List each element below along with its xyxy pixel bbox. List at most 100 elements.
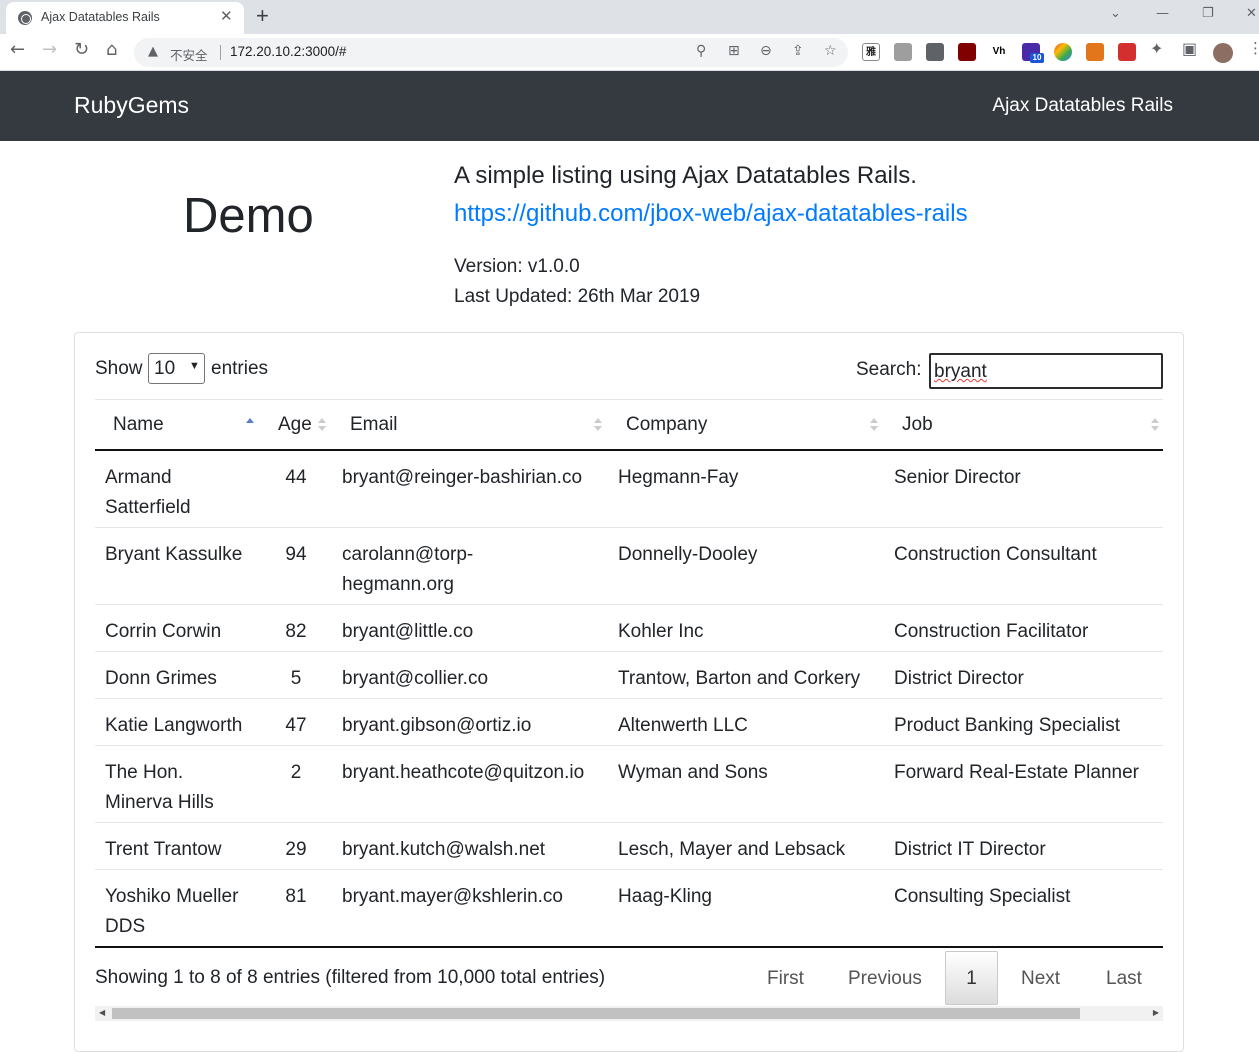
cell-job: Consulting Specialist — [894, 886, 1071, 907]
sort-asc-icon[interactable] — [246, 418, 254, 432]
cell-job: Forward Real-Estate Planner — [894, 762, 1139, 783]
show-label: Show — [95, 358, 143, 379]
profile-avatar[interactable] — [1213, 43, 1233, 63]
pagination-previous[interactable]: Previous — [848, 968, 922, 990]
browser-tab[interactable]: Ajax Datatables Rails ✕ — [6, 2, 244, 34]
colorful-extension-icon[interactable] — [1054, 43, 1072, 61]
browser-menu-icon[interactable]: ⋮ — [1248, 39, 1259, 57]
image-extension-icon[interactable] — [894, 43, 912, 61]
column-header-email[interactable]: Email — [350, 414, 398, 436]
navbar-link[interactable]: Ajax Datatables Rails — [992, 95, 1173, 117]
cell-age: 44 — [285, 467, 307, 488]
pagination-next[interactable]: Next — [1021, 968, 1060, 990]
column-header-age[interactable]: Age — [278, 414, 312, 436]
table-row[interactable]: Corrin Corwin 82 bryant@little.co Kohler… — [95, 605, 1163, 652]
cell-company: Haag-Kling — [618, 886, 712, 907]
pagination-page-current[interactable]: 1 — [945, 951, 998, 1005]
cell-email: bryant.kutch@walsh.net — [342, 839, 546, 860]
back-icon[interactable]: ← — [10, 39, 25, 60]
dictionary-extension-icon[interactable]: 雅 — [862, 43, 880, 61]
cell-company: Lesch, Mayer and Lebsack — [618, 839, 846, 860]
cell-age: 47 — [285, 715, 307, 736]
metamask-icon[interactable] — [1086, 43, 1104, 61]
browser-toolbar: ← → ↻ ⌂ ▲ 不安全 172.20.10.2:3000/# ⚲ ⊞ ⊖ ⇪… — [0, 34, 1259, 71]
cell-name: Katie Langworth — [105, 715, 243, 736]
address-url[interactable]: 172.20.10.2:3000/# — [230, 44, 346, 59]
translate-icon[interactable]: ⊞ — [728, 43, 740, 59]
repo-link[interactable]: https://github.com/jbox-web/ajax-datatab… — [454, 200, 968, 228]
chevron-down-icon: ▼ — [189, 360, 200, 372]
security-label[interactable]: 不安全 — [170, 45, 208, 64]
address-bar[interactable]: ▲ 不安全 172.20.10.2:3000/# ⚲ ⊞ ⊖ ⇪ ☆ — [134, 38, 848, 67]
reload-icon[interactable]: ↻ — [74, 39, 89, 60]
pagination-first[interactable]: First — [767, 968, 804, 990]
vh-extension-icon[interactable]: Vh — [990, 43, 1008, 61]
extensions-puzzle-icon[interactable]: ✦ — [1150, 39, 1163, 58]
graduation-extension-icon[interactable]: 10 — [1022, 43, 1044, 63]
table-row[interactable]: The Hon. Minerva Hills 2 bryant.heathcote… — [95, 746, 1163, 823]
globe-icon — [18, 11, 32, 25]
sort-icon[interactable] — [594, 418, 602, 432]
bookmark-star-icon[interactable]: ☆ — [824, 43, 837, 59]
cell-company: Hegmann-Fay — [618, 467, 739, 488]
scroll-left-arrow-icon[interactable]: ◀ — [99, 1008, 105, 1017]
horizontal-scrollbar[interactable]: ◀ ▶ — [95, 1006, 1163, 1021]
side-panel-icon[interactable]: ▣ — [1182, 39, 1197, 58]
new-tab-button[interactable]: + — [256, 3, 269, 29]
forward-icon[interactable]: → — [42, 39, 57, 60]
table-row[interactable]: Donn Grimes 5 bryant@collier.co Trantow,… — [95, 652, 1163, 699]
cell-email: bryant@little.co — [342, 621, 474, 642]
zoom-icon[interactable]: ⊖ — [760, 43, 772, 59]
restore-icon[interactable]: ❐ — [1202, 6, 1214, 21]
cell-email: bryant@collier.co — [342, 668, 489, 689]
column-header-job[interactable]: Job — [902, 414, 933, 436]
close-tab-icon[interactable]: ✕ — [220, 7, 233, 25]
search-label: Search: — [856, 359, 922, 380]
sort-icon[interactable] — [870, 418, 878, 432]
warning-icon[interactable]: ▲ — [148, 44, 158, 59]
tab-search-icon[interactable]: ⌄ — [1110, 6, 1121, 21]
column-header-company[interactable]: Company — [626, 414, 707, 436]
cell-email: bryant@reinger-bashirian.co — [342, 467, 583, 488]
page-length-select[interactable]: 10 ▼ — [148, 353, 205, 384]
close-window-icon[interactable]: ✕ — [1246, 6, 1257, 21]
page-description: A simple listing using Ajax Datatables R… — [454, 162, 917, 189]
cell-email: bryant.heathcote@quitzon.io — [342, 762, 585, 783]
last-updated-text: Last Updated: 26th Mar 2019 — [454, 286, 701, 307]
navbar-brand[interactable]: RubyGems — [74, 92, 189, 119]
table-body: Armand Satterfield 44 bryant@reinger-bash… — [95, 451, 1163, 946]
share-icon[interactable]: ⇪ — [792, 43, 804, 59]
cell-job: District Director — [894, 668, 1024, 689]
cell-name: Bryant Kassulke — [105, 544, 243, 565]
cell-name: Donn Grimes — [105, 668, 217, 689]
cell-company: Altenwerth LLC — [618, 715, 748, 736]
search-icon[interactable]: ⚲ — [696, 43, 706, 59]
site-navbar: RubyGems Ajax Datatables Rails — [0, 71, 1259, 141]
tab-title: Ajax Datatables Rails — [41, 10, 160, 24]
table-row[interactable]: Bryant Kassulke 94 carolann@torp-hegmann… — [95, 528, 1163, 605]
scroll-right-arrow-icon[interactable]: ▶ — [1153, 1008, 1159, 1017]
search-input[interactable]: bryant — [929, 353, 1163, 389]
current-page-number: 1 — [966, 968, 977, 989]
pdf-extension-icon[interactable] — [1118, 43, 1136, 61]
cell-age: 82 — [285, 621, 307, 642]
cell-age: 29 — [285, 839, 307, 860]
sort-icon[interactable] — [1151, 418, 1159, 432]
table-row[interactable]: Trent Trantow 29 bryant.kutch@walsh.net … — [95, 823, 1163, 870]
cell-age: 2 — [290, 762, 302, 783]
table-row[interactable]: Yoshiko Mueller DDS 81 bryant.mayer@kshle… — [95, 870, 1163, 946]
table-row[interactable]: Katie Langworth 47 bryant.gibson@ortiz.i… — [95, 699, 1163, 746]
home-icon[interactable]: ⌂ — [106, 39, 117, 60]
page-length-value: 10 — [154, 358, 176, 379]
scrollbar-thumb[interactable] — [112, 1008, 1080, 1019]
chat-extension-icon[interactable] — [926, 43, 944, 61]
ublock-icon[interactable] — [958, 43, 976, 61]
cell-company: Kohler Inc — [618, 621, 704, 642]
browser-tab-strip: Ajax Datatables Rails ✕ + ⌄ — ❐ ✕ — [0, 0, 1259, 34]
table-row[interactable]: Armand Satterfield 44 bryant@reinger-bash… — [95, 451, 1163, 528]
version-text: Version: v1.0.0 — [454, 256, 580, 277]
sort-icon[interactable] — [318, 418, 326, 432]
minimize-icon[interactable]: — — [1156, 6, 1169, 21]
pagination-last[interactable]: Last — [1106, 968, 1142, 990]
column-header-name[interactable]: Name — [113, 414, 164, 436]
